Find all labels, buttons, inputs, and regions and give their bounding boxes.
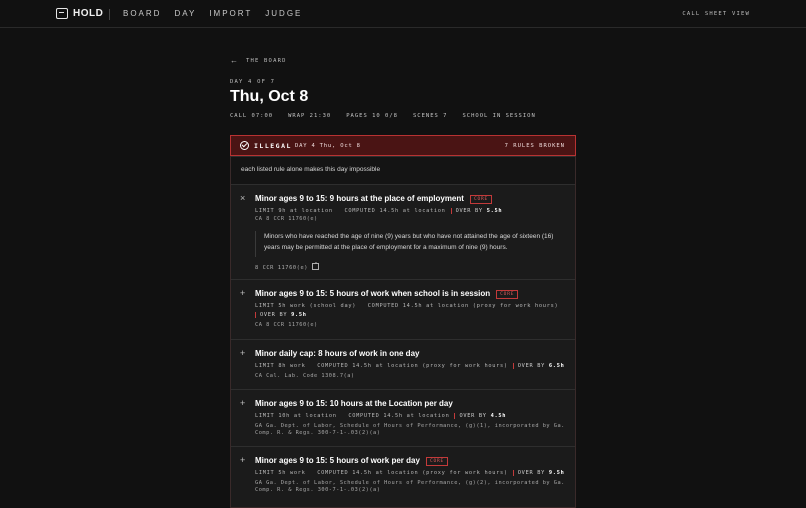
over-by: OVER BY 4.5h — [454, 413, 507, 419]
over-by-label: OVER BY — [455, 208, 483, 214]
external-link-icon — [312, 260, 320, 270]
rule-limit: LIMIT 8h work — [255, 363, 306, 369]
core-badge: CORE — [425, 457, 448, 466]
over-by: OVER BY 9.5h — [512, 470, 565, 476]
rule-citation: CA Cal. Lab. Code 1308.7(a) — [255, 373, 355, 379]
summary-text: each listed rule alone makes this day im… — [241, 166, 381, 173]
banner-day: DAY 4 Thu, Oct 8 — [295, 143, 361, 149]
illegal-panel: ILLEGAL DAY 4 Thu, Oct 8 7 RULES BROKEN … — [230, 135, 576, 508]
stat-school: SCHOOL IN SESSION — [462, 113, 536, 119]
summary-row: each listed rule alone makes this day im… — [231, 156, 575, 184]
plus-icon[interactable]: + — [240, 289, 245, 298]
rule-metrics: LIMIT 5h work (school day) COMPUTED 14.5… — [255, 303, 558, 309]
rule-citation: GA Ga. Dept. of Labor, Schedule of Hours… — [255, 423, 565, 436]
page-title: Thu, Oct 8 — [230, 88, 309, 105]
citation-link-text: 8 CCR 11760(e) — [255, 265, 309, 271]
rule-title: Minor daily cap: 8 hours of work in one … — [255, 349, 420, 358]
stat-scenes: SCENES 7 — [413, 113, 448, 119]
top-bar: HOLD BOARD DAY IMPORT JUDGE CALL SHEET V… — [0, 0, 806, 28]
back-link-label: THE BOARD — [246, 57, 287, 64]
warning-check-icon — [240, 141, 249, 150]
stat-wrap: WRAP 21:30 — [288, 113, 332, 119]
rule-citation: CA 8 CCR 11760(e) — [255, 322, 318, 328]
rule-title-text: Minor ages 9 to 15: 5 hours of work when… — [255, 289, 491, 298]
rule-limit: LIMIT 10h at location — [255, 413, 337, 419]
rule-limit: LIMIT 5h work (school day) — [255, 303, 357, 309]
rule-limit: LIMIT 5h work — [255, 470, 306, 476]
rule-limit: LIMIT 9h at location — [255, 208, 333, 214]
rule-title: Minor ages 9 to 15: 5 hours of work when… — [255, 289, 519, 299]
rule-title: Minor ages 9 to 15: 9 hours at the place… — [255, 194, 492, 204]
illegal-banner: ILLEGAL DAY 4 Thu, Oct 8 7 RULES BROKEN — [230, 135, 576, 156]
rule-metrics: LIMIT 9h at location COMPUTED 14.5h at l… — [255, 208, 503, 214]
over-by-label: OVER BY — [517, 363, 546, 369]
rule-computed: COMPUTED 14.5h at location — [344, 208, 446, 214]
over-by: OVER BY 5.5h — [450, 208, 503, 214]
rule-title-text: Minor ages 9 to 15: 9 hours at the place… — [255, 194, 464, 203]
over-by: OVER BY 9.5h — [255, 312, 307, 318]
citation-link[interactable]: 8 CCR 11760(e) — [255, 260, 320, 271]
rule-row[interactable]: + Minor ages 9 to 15: 5 hours of work pe… — [231, 446, 575, 507]
rule-row[interactable]: + Minor daily cap: 8 hours of work in on… — [231, 339, 575, 389]
rule-row[interactable]: + Minor ages 9 to 15: 10 hours at the Lo… — [231, 389, 575, 446]
rule-metrics: LIMIT 5h work COMPUTED 14.5h at location… — [255, 470, 565, 476]
over-by-label: OVER BY — [517, 470, 546, 476]
rule-row[interactable]: × Minor ages 9 to 15: 9 hours at the pla… — [231, 184, 575, 279]
rule-computed: COMPUTED 14.5h at location — [348, 413, 450, 419]
main-nav: BOARD DAY IMPORT JUDGE — [123, 9, 315, 18]
over-by: OVER BY 6.5h — [512, 363, 565, 369]
nav-day[interactable]: DAY — [174, 9, 196, 18]
over-by-label: OVER BY — [459, 413, 487, 419]
over-by-value: 4.5h — [490, 413, 507, 419]
rule-metrics: LIMIT 10h at location COMPUTED 14.5h at … — [255, 413, 507, 419]
close-icon[interactable]: × — [240, 194, 245, 203]
over-by-value: 6.5h — [548, 363, 565, 369]
over-by-label: OVER BY — [260, 312, 288, 318]
hold-logo-icon — [56, 8, 68, 19]
arrow-left-icon: ← — [230, 56, 238, 65]
plus-icon[interactable]: + — [240, 399, 245, 408]
status-badge: ILLEGAL — [254, 142, 292, 150]
brand-divider — [109, 9, 110, 20]
plus-icon[interactable]: + — [240, 456, 245, 465]
rule-citation: GA Ga. Dept. of Labor, Schedule of Hours… — [255, 480, 565, 493]
stat-pages: PAGES 10 0/8 — [346, 113, 398, 119]
rules-broken-count: 7 RULES BROKEN — [504, 143, 565, 149]
nav-import[interactable]: IMPORT — [209, 9, 252, 18]
rule-row[interactable]: + Minor ages 9 to 15: 5 hours of work wh… — [231, 279, 575, 339]
call-sheet-view-link[interactable]: CALL SHEET VIEW — [682, 11, 750, 17]
brand-name: HOLD — [73, 8, 104, 19]
rule-title: Minor ages 9 to 15: 5 hours of work per … — [255, 456, 448, 466]
over-by-value: 9.5h — [291, 312, 307, 318]
back-link[interactable]: ← THE BOARD — [230, 56, 287, 65]
day-stats: CALL 07:00 WRAP 21:30 PAGES 10 0/8 SCENE… — [230, 113, 551, 119]
over-by-value: 9.5h — [548, 470, 565, 476]
rule-citation: CA 8 CCR 11760(e) — [255, 216, 318, 222]
rule-computed: COMPUTED 14.5h at location (proxy for wo… — [317, 363, 508, 369]
rule-quote: Minors who have reached the age of nine … — [255, 231, 565, 257]
day-eyebrow: DAY 4 OF 7 — [230, 79, 276, 85]
plus-icon[interactable]: + — [240, 349, 245, 358]
over-by-line: OVER BY 9.5h — [255, 312, 307, 318]
rule-title: Minor ages 9 to 15: 10 hours at the Loca… — [255, 399, 453, 408]
nav-board[interactable]: BOARD — [123, 9, 161, 18]
rule-title-text: Minor ages 9 to 15: 5 hours of work per … — [255, 456, 420, 465]
brand[interactable]: HOLD — [56, 8, 103, 19]
over-by-value: 5.5h — [486, 208, 503, 214]
rule-metrics: LIMIT 8h work COMPUTED 14.5h at location… — [255, 363, 565, 369]
core-badge: CORE — [496, 290, 519, 299]
rule-computed: COMPUTED 14.5h at location (proxy for wo… — [317, 470, 508, 476]
core-badge: CORE — [469, 195, 492, 204]
stat-call: CALL 07:00 — [230, 113, 274, 119]
rule-computed: COMPUTED 14.5h at location (proxy for wo… — [367, 303, 559, 309]
nav-judge[interactable]: JUDGE — [265, 9, 302, 18]
